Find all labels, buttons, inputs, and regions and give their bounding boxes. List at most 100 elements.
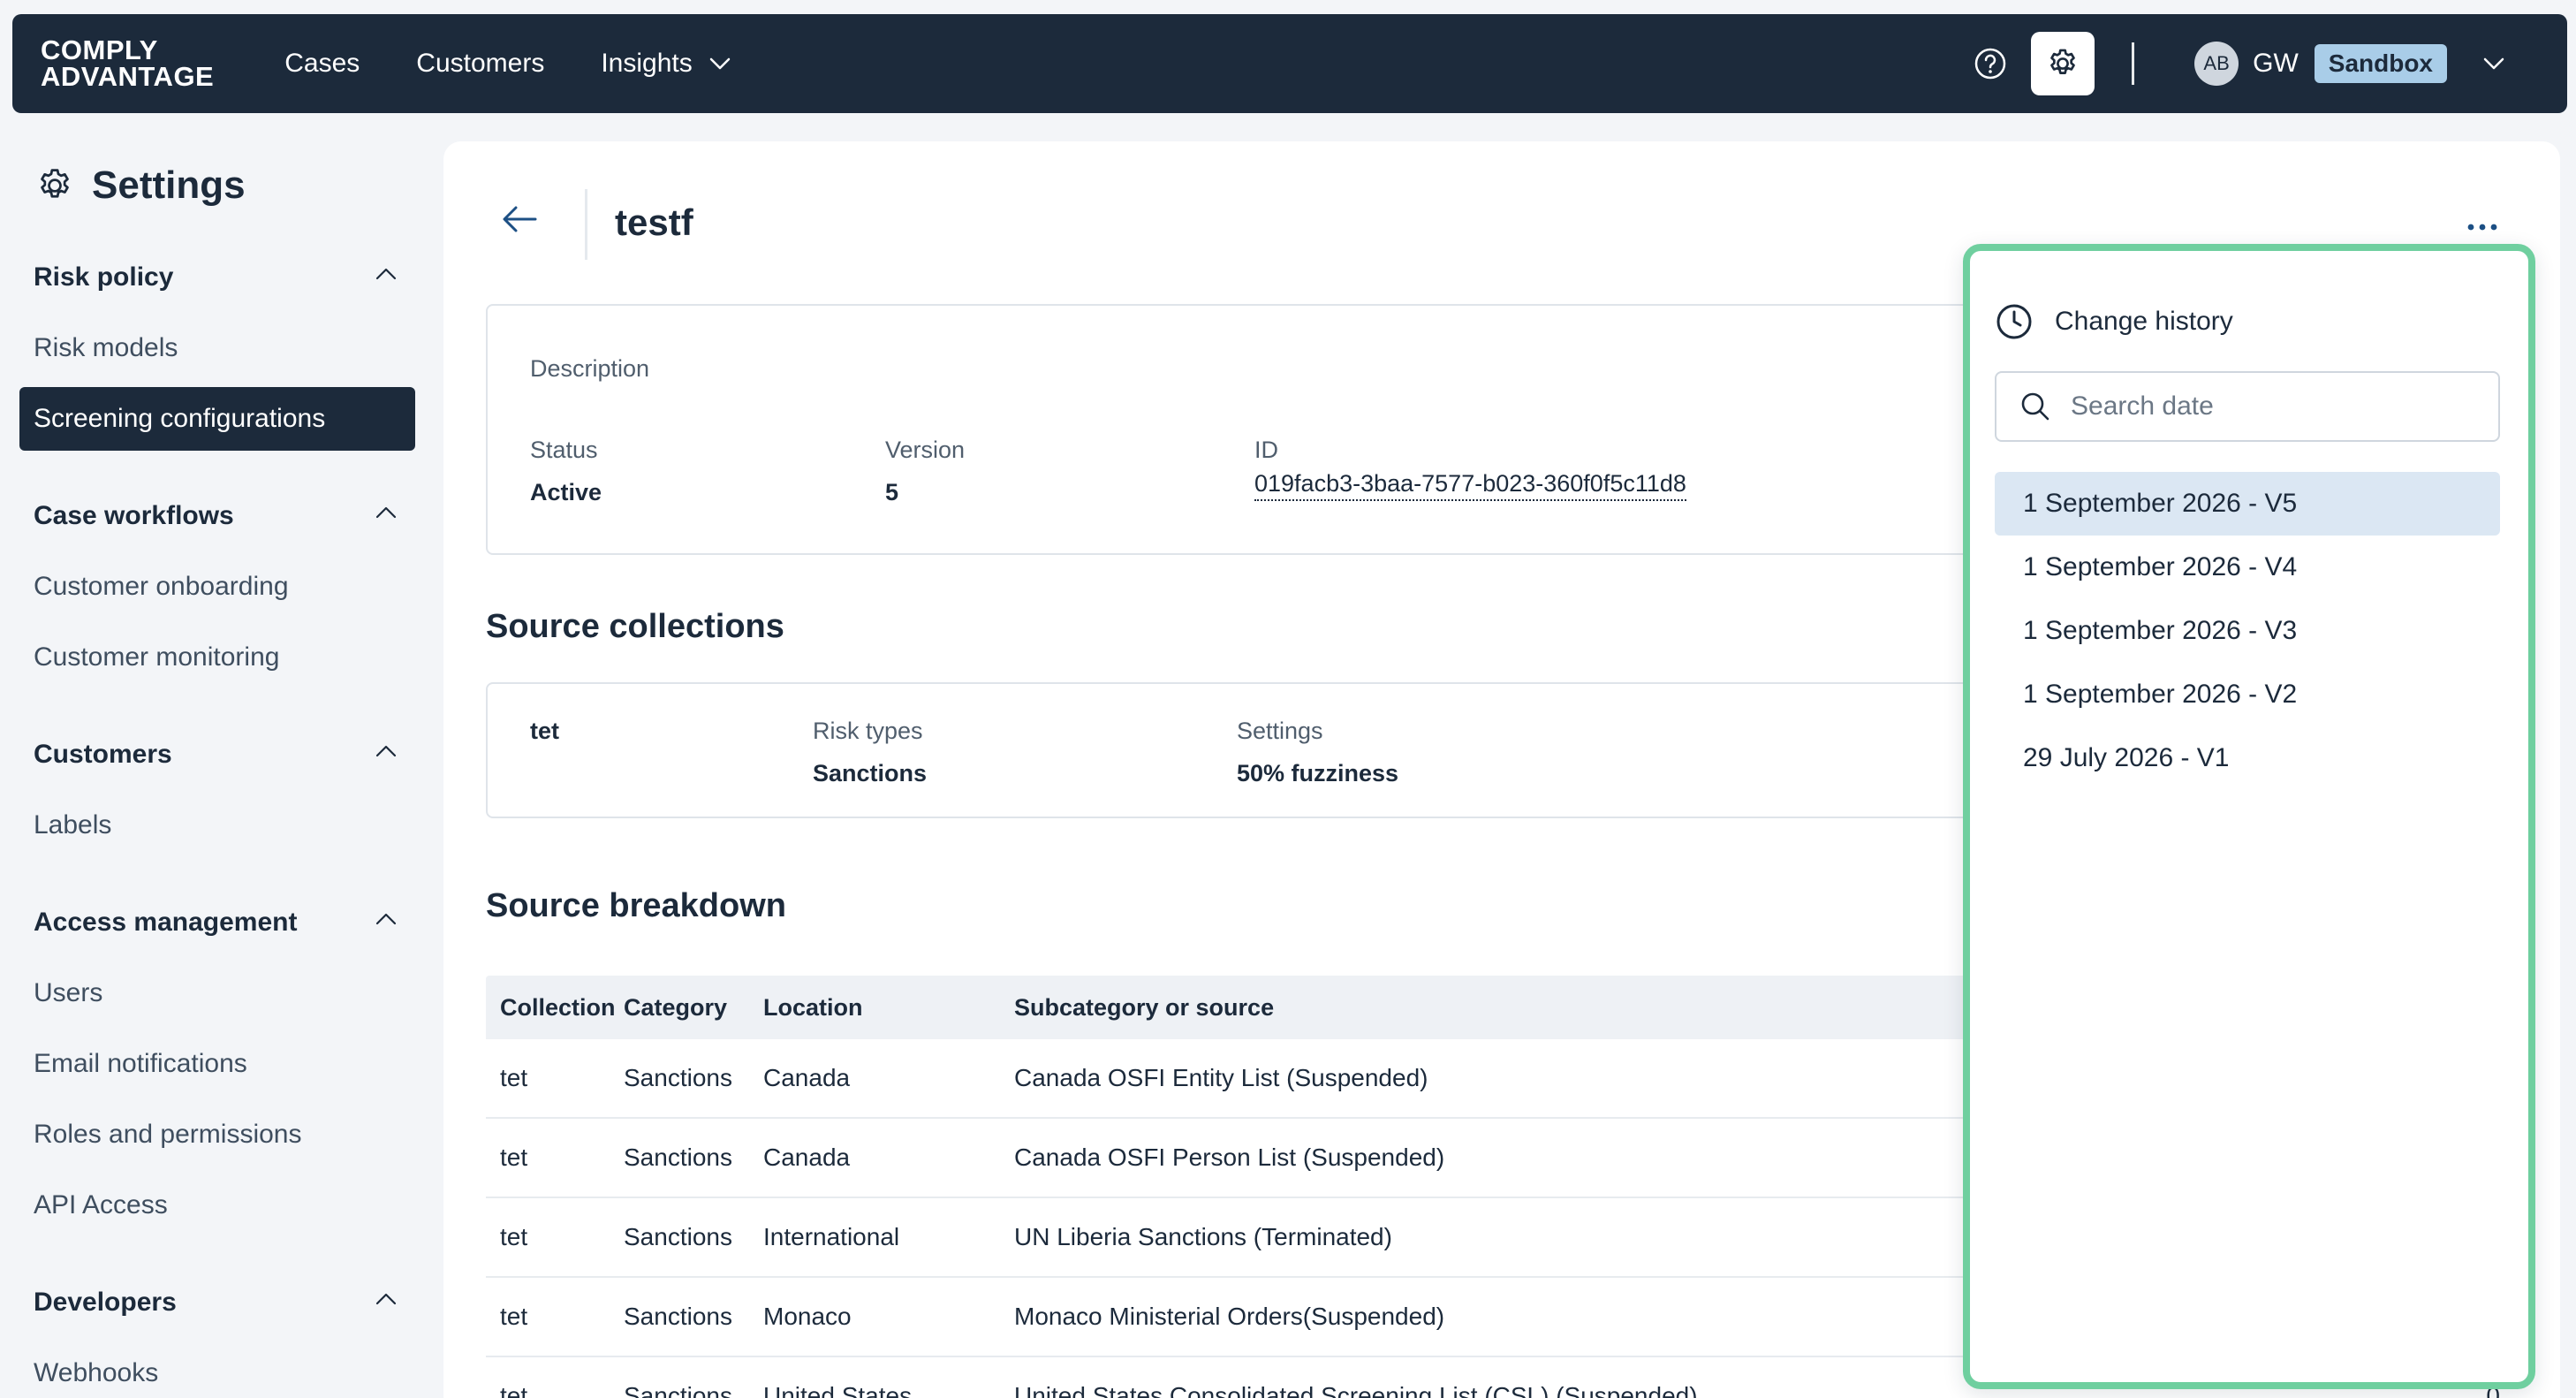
- column-header-location[interactable]: Location: [763, 994, 1014, 1022]
- sidebar-title: Settings: [35, 141, 433, 230]
- settings-value: 50% fuzziness: [1237, 760, 1399, 786]
- id-value[interactable]: 019facb3-3baa-7577-b023-360f0f5c11d8: [1254, 470, 1686, 501]
- help-icon: [1974, 48, 2006, 80]
- settings-button[interactable]: [2031, 32, 2095, 95]
- cell-collection: tet: [500, 1223, 528, 1250]
- column-header-collection[interactable]: Collection: [486, 994, 624, 1022]
- cell-category: Sanctions: [624, 1143, 732, 1171]
- main-nav: Cases Customers Insights: [284, 49, 787, 79]
- collection-name: tet: [530, 718, 559, 744]
- version-item-v4[interactable]: 1 September 2026 - V4: [1995, 536, 2500, 599]
- nav-cases-label: Cases: [284, 49, 360, 78]
- brand-logo-line2: ADVANTAGE: [41, 61, 215, 92]
- clock-icon: [1996, 304, 2032, 339]
- sidebar-item-screening-configurations[interactable]: Screening configurations: [19, 387, 415, 451]
- version-item-v3[interactable]: 1 September 2026 - V3: [1995, 599, 2500, 663]
- sidebar-item-email-notifications[interactable]: Email notifications: [0, 1029, 433, 1099]
- section-heading: Customers: [34, 740, 172, 769]
- version-item-v5[interactable]: 1 September 2026 - V5: [1995, 472, 2500, 536]
- nav-cases[interactable]: Cases: [284, 49, 360, 79]
- cell-location: Canada: [763, 1064, 851, 1091]
- sidebar-item-users[interactable]: Users: [0, 958, 433, 1029]
- cell-location: Monaco: [763, 1303, 852, 1330]
- chevron-down-icon: [2483, 57, 2504, 70]
- more-options-icon[interactable]: [2466, 223, 2498, 232]
- sidebar-item-labels[interactable]: Labels: [0, 790, 433, 861]
- sidebar-item-webhooks[interactable]: Webhooks: [0, 1338, 433, 1398]
- change-history-title: Change history: [2055, 307, 2233, 336]
- nav-divider: [2132, 42, 2135, 85]
- environment-badge: Sandbox: [2314, 44, 2447, 83]
- sidebar-section-access-management[interactable]: Access management: [0, 887, 433, 958]
- page-title: testf: [615, 201, 693, 243]
- risk-types-label: Risk types: [813, 718, 923, 744]
- settings-sidebar: Settings Risk policy Risk models Screeni…: [0, 141, 433, 1398]
- section-heading: Risk policy: [34, 262, 174, 292]
- version-item-v1[interactable]: 29 July 2026 - V1: [1995, 726, 2500, 790]
- sidebar-item-api-access[interactable]: API Access: [0, 1170, 433, 1241]
- version-label: Version: [885, 437, 966, 463]
- gear-icon: [2050, 49, 2075, 74]
- top-navigation-bar: COMPLY ADVANTAGE Cases Customers Insight…: [12, 14, 2567, 113]
- sidebar-title-label: Settings: [92, 163, 246, 207]
- date-search[interactable]: [1995, 371, 2500, 442]
- cell-category: Sanctions: [624, 1303, 732, 1330]
- sidebar-item-roles-and-permissions[interactable]: Roles and permissions: [0, 1099, 433, 1170]
- cell-category: Sanctions: [624, 1064, 732, 1091]
- search-date-input[interactable]: [2071, 391, 2459, 422]
- cell-location: United States: [763, 1382, 913, 1398]
- section-heading: Case workflows: [34, 501, 234, 530]
- cell-collection: tet: [500, 1064, 528, 1091]
- change-history-header: Change history: [1995, 302, 2233, 341]
- status-label: Status: [530, 437, 598, 463]
- settings-label: Settings: [1237, 718, 1323, 744]
- search-icon: [2021, 392, 2049, 421]
- gear-icon: [41, 169, 69, 198]
- chevron-up-icon: [375, 913, 397, 925]
- chevron-up-icon: [375, 506, 397, 519]
- cell-category: Sanctions: [624, 1382, 732, 1398]
- change-history-panel: Change history 1 September 2026 - V5 1 S…: [1963, 244, 2535, 1389]
- sidebar-section-risk-policy[interactable]: Risk policy: [0, 242, 433, 313]
- sidebar-item-customer-monitoring[interactable]: Customer monitoring: [0, 622, 433, 693]
- chevron-up-icon: [375, 1293, 397, 1305]
- source-collections-heading: Source collections: [486, 608, 784, 645]
- cell-collection: tet: [500, 1143, 528, 1171]
- sidebar-item-risk-models[interactable]: Risk models: [0, 313, 433, 384]
- cell-collection: tet: [500, 1382, 528, 1398]
- status-value: Active: [530, 479, 602, 505]
- nav-customers[interactable]: Customers: [416, 49, 544, 79]
- version-list: 1 September 2026 - V5 1 September 2026 -…: [1995, 472, 2500, 790]
- title-divider: [585, 189, 587, 260]
- nav-insights[interactable]: Insights: [601, 49, 731, 79]
- version-value: 5: [885, 479, 899, 505]
- section-heading: Developers: [34, 1288, 177, 1317]
- version-item-v2[interactable]: 1 September 2026 - V2: [1995, 663, 2500, 726]
- back-arrow-icon[interactable]: [500, 203, 539, 235]
- top-right-controls: AB GW Sandbox: [1969, 14, 2567, 113]
- cell-location: Canada: [763, 1143, 851, 1171]
- source-breakdown-heading: Source breakdown: [486, 887, 786, 924]
- cell-collection: tet: [500, 1303, 528, 1330]
- sidebar-section-developers[interactable]: Developers: [0, 1267, 433, 1338]
- cell-location: International: [763, 1223, 900, 1250]
- brand-logo-line1: COMPLY: [41, 34, 158, 65]
- sidebar-item-customer-onboarding[interactable]: Customer onboarding: [0, 551, 433, 622]
- cell-category: Sanctions: [624, 1223, 732, 1250]
- column-header-category[interactable]: Category: [624, 994, 763, 1022]
- nav-insights-label: Insights: [601, 49, 693, 78]
- id-label: ID: [1254, 437, 1278, 463]
- user-menu-toggle[interactable]: [2482, 57, 2505, 71]
- avatar[interactable]: AB: [2194, 42, 2239, 86]
- sidebar-section-customers[interactable]: Customers: [0, 719, 433, 790]
- brand-logo[interactable]: COMPLY ADVANTAGE: [41, 34, 215, 92]
- section-heading: Access management: [34, 908, 298, 937]
- help-button[interactable]: [1969, 42, 2012, 85]
- risk-types-value: Sanctions: [813, 760, 928, 786]
- sidebar-section-case-workflows[interactable]: Case workflows: [0, 481, 433, 551]
